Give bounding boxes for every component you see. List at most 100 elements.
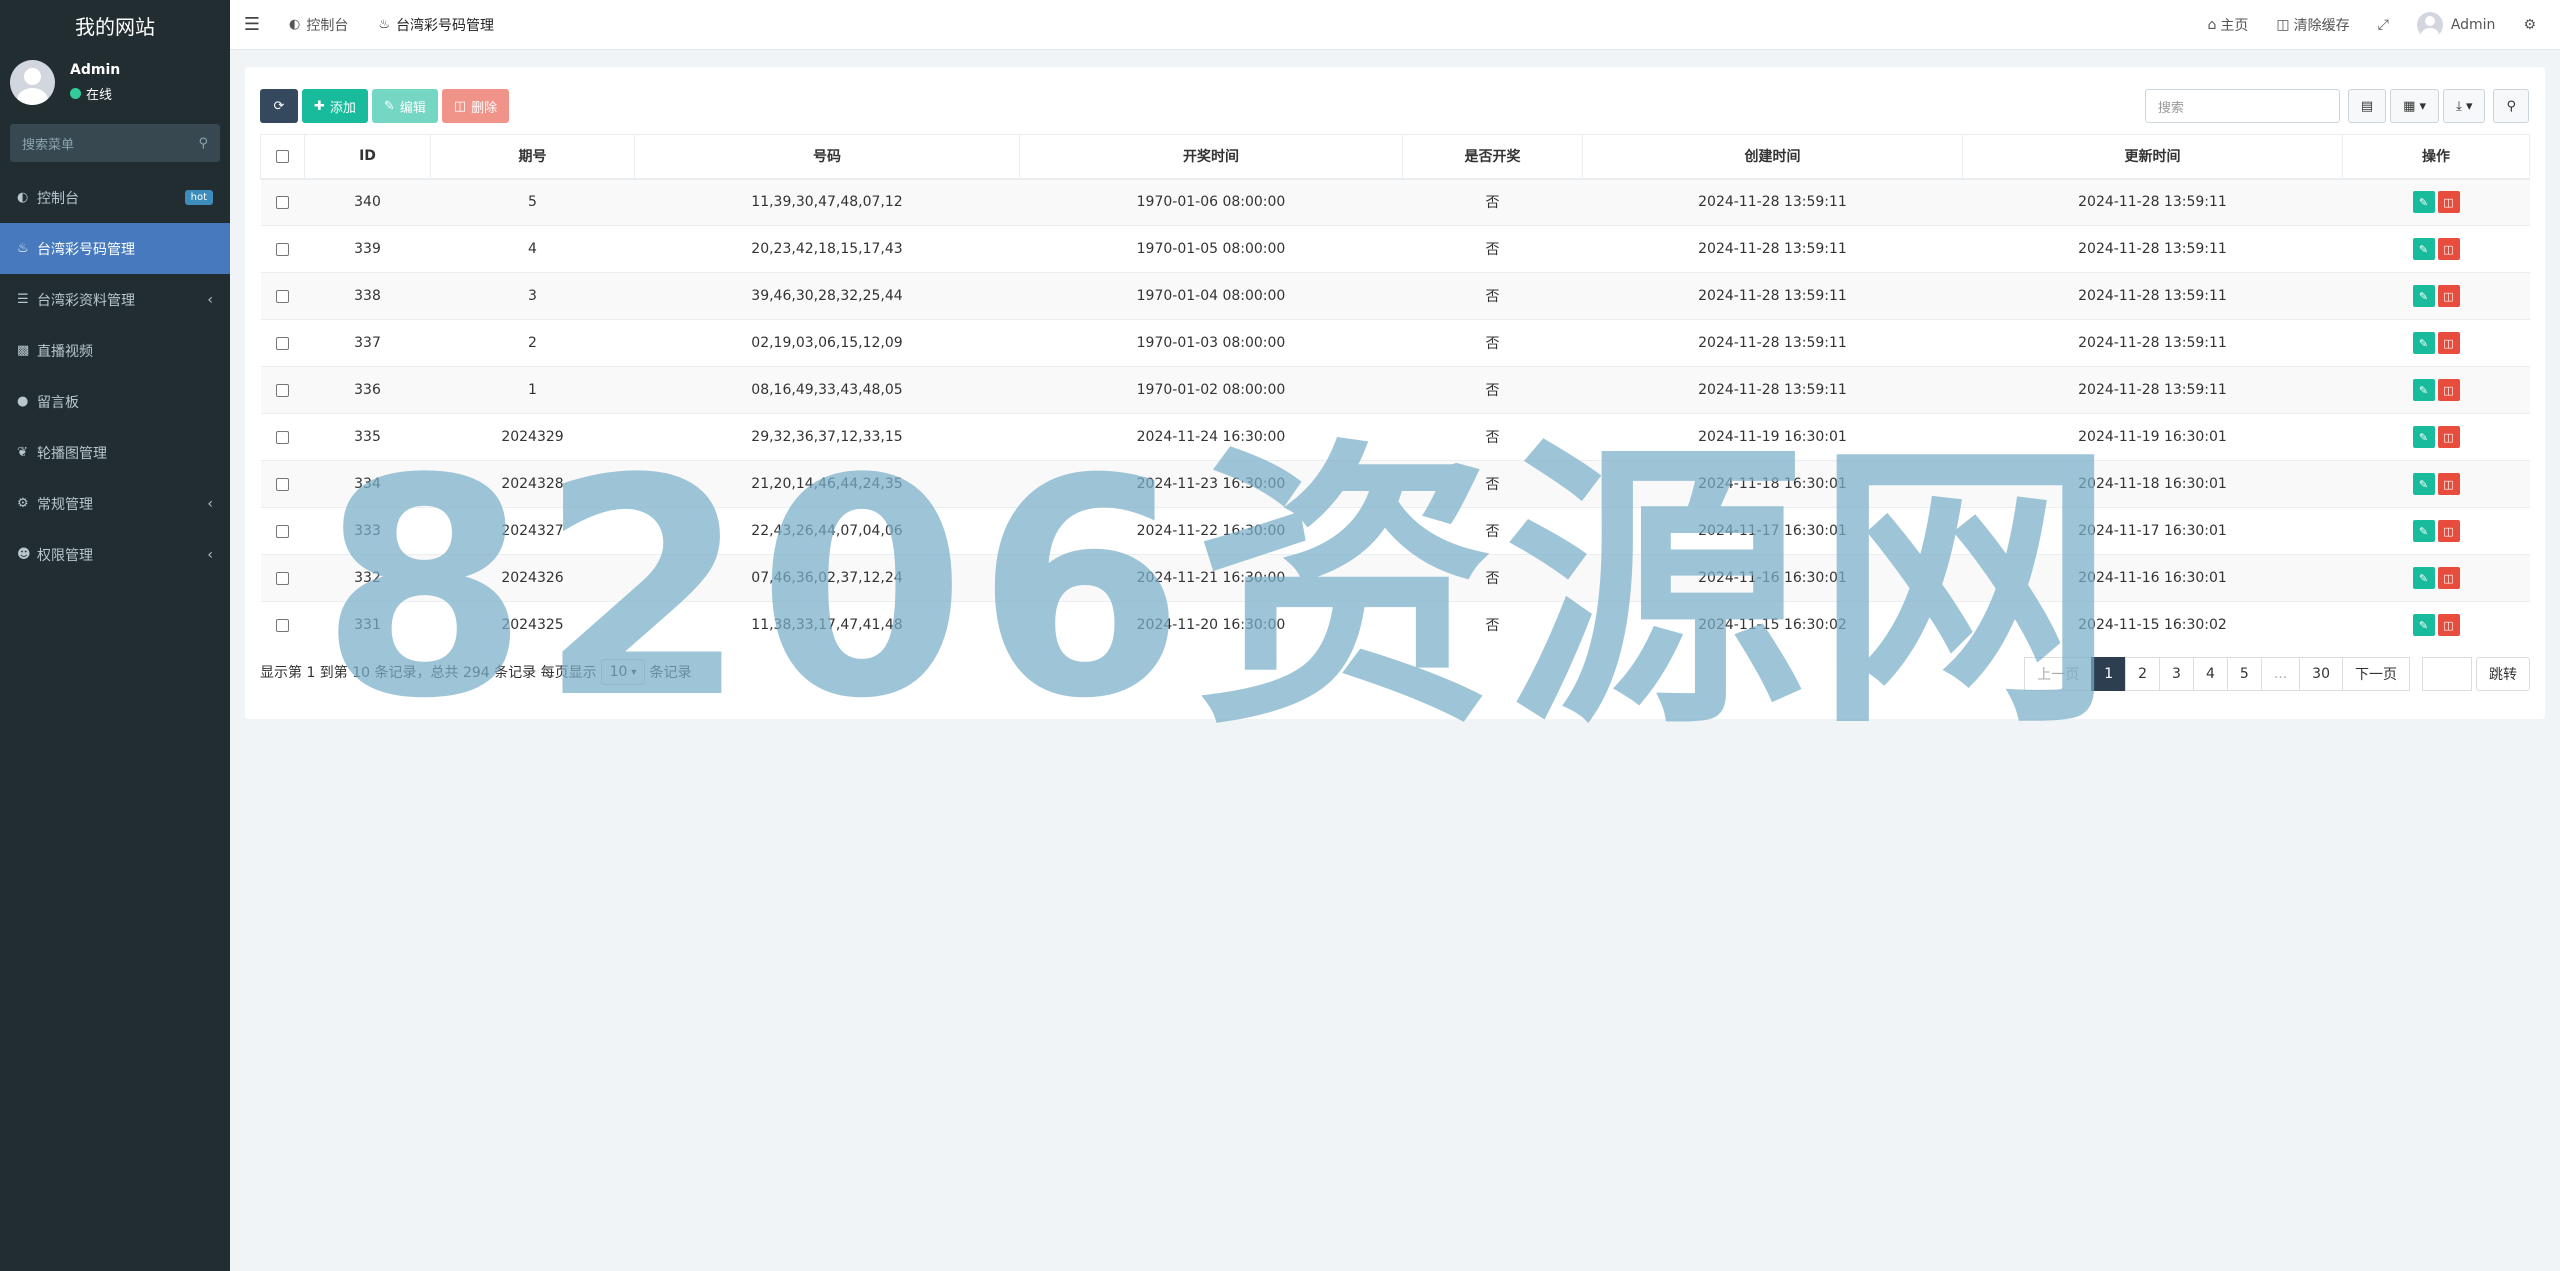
row-delete-button[interactable]: ◫ [2437, 567, 2460, 589]
table-cell: 2024-11-28 13:59:11 [1582, 366, 1963, 414]
sidebar-item-message-board[interactable]: ● 留言板 [0, 376, 230, 427]
table-row[interactable]: 336 1 08,16,49,33,43,48,05 1970-01-02 08:00… [260, 366, 2530, 414]
column-header[interactable]: 是否开奖 [1402, 134, 1583, 180]
trash-icon: ◫ [2443, 477, 2454, 491]
edit-button[interactable]: ✎ 编辑 [371, 89, 438, 123]
table-search-input[interactable]: 搜索 [2144, 89, 2340, 123]
table-cell: 332 [304, 554, 431, 602]
select-all-checkbox[interactable] [276, 149, 289, 163]
menu-toggle-icon[interactable]: ☰ [230, 14, 274, 35]
row-checkbox[interactable] [276, 195, 289, 209]
tab-dashboard[interactable]: ◐ 控制台 [274, 0, 363, 50]
jump-page-input[interactable] [2422, 657, 2472, 691]
row-delete-button[interactable]: ◫ [2437, 426, 2460, 448]
search-icon[interactable]: ⚲ [198, 136, 208, 151]
page-button[interactable]: 3 [2159, 657, 2194, 691]
page-button[interactable]: 5 [2226, 657, 2262, 691]
row-checkbox[interactable] [276, 242, 289, 256]
row-delete-button[interactable]: ◫ [2437, 191, 2460, 214]
row-delete-button[interactable]: ◫ [2437, 520, 2460, 542]
advanced-search-button[interactable]: ⚲ [2493, 89, 2529, 123]
edit-label: 编辑 [399, 100, 426, 116]
page-button[interactable]: 1 [2091, 657, 2127, 691]
table-row[interactable]: 332 2024326 07,46,36,02,37,12,24 2024-11-21… [260, 554, 2530, 602]
delete-button[interactable]: ◫ 删除 [441, 89, 510, 123]
sidebar-item-lottery-numbers[interactable]: ♨ 台湾彩号码管理 [0, 223, 230, 274]
table-row[interactable]: 339 4 20,23,42,18,15,17,43 1970-01-05 08:00… [260, 225, 2530, 273]
column-header: 操作 [2342, 134, 2530, 180]
grid-icon: ▦ ▾ [2403, 98, 2427, 114]
refresh-button[interactable]: ⟳ [260, 89, 298, 123]
sidebar-item-lottery-data[interactable]: ☰ 台湾彩资料管理 ‹ [0, 274, 230, 325]
table-row[interactable]: 338 3 39,46,30,28,32,25,44 1970-01-04 08:00… [260, 272, 2530, 320]
sidebar-item-carousel[interactable]: ❦ 轮播图管理 [0, 427, 230, 478]
table-row[interactable]: 333 2024327 22,43,26,44,07,04,06 2024-11-22… [260, 507, 2530, 555]
column-header[interactable]: 创建时间 [1582, 134, 1963, 180]
row-edit-button[interactable]: ✎ [2412, 191, 2435, 214]
column-header[interactable]: 更新时间 [1962, 134, 2343, 180]
row-delete-button[interactable]: ◫ [2437, 332, 2460, 354]
table-row[interactable]: 334 2024328 21,20,14,46,44,24,35 2024-11-23… [260, 460, 2530, 508]
row-delete-button[interactable]: ◫ [2437, 379, 2460, 401]
row-checkbox[interactable] [276, 618, 289, 632]
row-edit-button[interactable]: ✎ [2412, 614, 2435, 637]
table-row[interactable]: 335 2024329 29,32,36,37,12,33,15 2024-11-24… [260, 413, 2530, 461]
settings-button[interactable]: ⚙ [2509, 17, 2550, 33]
table-row[interactable]: 331 2024325 11,38,33,17,47,41,48 2024-11-20… [260, 601, 2530, 649]
row-edit-button[interactable]: ✎ [2412, 285, 2435, 307]
clear-cache-button[interactable]: ◫ 清除缓存 [2262, 15, 2363, 35]
table-row[interactable]: 340 5 11,39,30,47,48,07,12 1970-01-06 08:00… [260, 178, 2530, 226]
row-delete-button[interactable]: ◫ [2437, 238, 2460, 260]
sidebar-item-general[interactable]: ⚙ 常规管理 ‹ [0, 478, 230, 529]
table-cell: 333 [304, 507, 431, 555]
bell-icon: ♨ [378, 17, 390, 32]
columns-button[interactable]: ▦ ▾ [2390, 89, 2440, 123]
refresh-icon: ⟳ [273, 98, 285, 114]
row-select-cell [260, 413, 305, 461]
row-checkbox[interactable] [276, 336, 289, 350]
row-checkbox[interactable] [276, 430, 289, 444]
row-edit-button[interactable]: ✎ [2412, 520, 2435, 542]
row-edit-button[interactable]: ✎ [2412, 567, 2435, 589]
row-edit-button[interactable]: ✎ [2412, 473, 2435, 495]
page-button[interactable]: 2 [2125, 657, 2161, 691]
row-checkbox[interactable] [276, 477, 289, 491]
column-header[interactable]: ID [304, 134, 431, 180]
page-ellipsis: ... [2260, 657, 2301, 691]
fullscreen-button[interactable]: ⤢ [2364, 17, 2403, 33]
row-delete-button[interactable]: ◫ [2437, 614, 2460, 637]
row-edit-button[interactable]: ✎ [2412, 426, 2435, 448]
home-link[interactable]: ⌂ 主页 [2193, 15, 2262, 35]
column-header[interactable]: 开奖时间 [1019, 134, 1403, 180]
row-edit-button[interactable]: ✎ [2412, 332, 2435, 354]
column-header[interactable]: 号码 [634, 134, 1020, 180]
next-page-button[interactable]: 下一页 [2342, 657, 2410, 691]
row-checkbox[interactable] [276, 383, 289, 397]
user-menu[interactable]: Admin [2403, 11, 2510, 38]
table-cell: 08,16,49,33,43,48,05 [634, 366, 1020, 414]
sidebar-search-input[interactable]: 搜索菜单 ⚲ [10, 124, 220, 162]
prev-page-button[interactable]: 上一页 [2024, 657, 2093, 691]
page-size-select[interactable]: 10 ▾ [600, 659, 646, 685]
site-logo[interactable]: 我的网站 [0, 0, 230, 50]
sidebar-item-live-video[interactable]: ▩ 直播视频 [0, 325, 230, 376]
add-button[interactable]: ✚ 添加 [302, 89, 368, 123]
row-delete-button[interactable]: ◫ [2437, 285, 2460, 307]
row-edit-button[interactable]: ✎ [2412, 379, 2435, 401]
table-row[interactable]: 337 2 02,19,03,06,15,12,09 1970-01-03 08:00… [260, 319, 2530, 367]
page-button[interactable]: 4 [2192, 657, 2228, 691]
export-button[interactable]: ⤓ ▾ [2443, 89, 2486, 123]
column-header[interactable]: 期号 [430, 134, 635, 180]
sidebar-item-dashboard[interactable]: ◐ 控制台 hot [0, 172, 230, 223]
jump-button[interactable]: 跳转 [2476, 657, 2530, 691]
sidebar-item-permissions[interactable]: ☻ 权限管理 ‹ [0, 529, 230, 580]
row-checkbox[interactable] [276, 524, 289, 538]
tab-lottery-numbers[interactable]: ♨ 台湾彩号码管理 [363, 0, 509, 50]
table-tools: 搜索 ▤ ▦ ▾ ⤓ ▾ ⚲ [2144, 89, 2529, 123]
row-delete-button[interactable]: ◫ [2437, 473, 2460, 495]
row-checkbox[interactable] [276, 571, 289, 585]
toggle-view-button[interactable]: ▤ [2347, 89, 2387, 123]
row-checkbox[interactable] [276, 289, 289, 303]
row-edit-button[interactable]: ✎ [2412, 238, 2435, 260]
page-button[interactable]: 30 [2299, 657, 2343, 691]
